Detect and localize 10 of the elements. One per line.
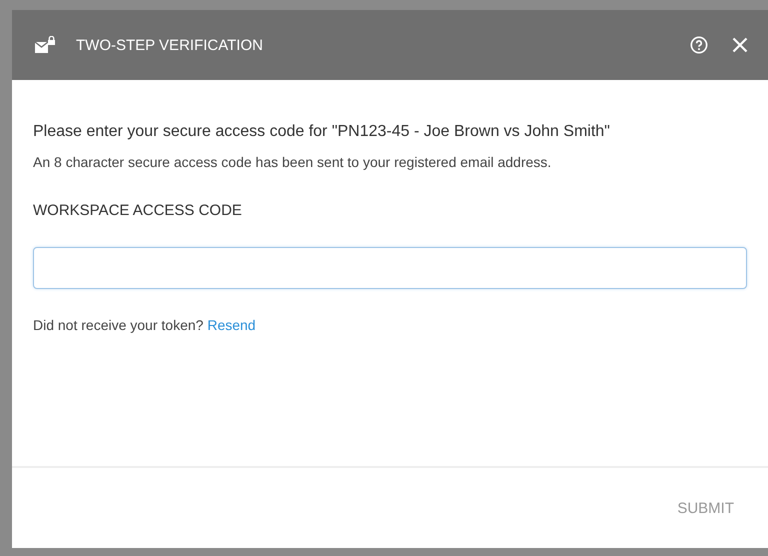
resend-prompt: Did not receive your token?	[33, 317, 204, 333]
prompt-text: Please enter your secure access code for "PN123-45 - Joe Brown vs John Smith"	[33, 122, 611, 142]
help-icon[interactable]	[690, 36, 708, 54]
close-icon[interactable]	[732, 37, 748, 53]
info-text: An 8 character secure access code has been sent to your registered email address.	[33, 154, 552, 170]
locked-envelope-icon	[34, 36, 56, 54]
access-code-field[interactable]	[33, 247, 747, 289]
resend-link[interactable]: Resend	[207, 317, 256, 333]
dialog-title: TWO-STEP VERIFICATION	[76, 36, 263, 54]
field-label: WORKSPACE ACCESS CODE	[33, 202, 243, 219]
